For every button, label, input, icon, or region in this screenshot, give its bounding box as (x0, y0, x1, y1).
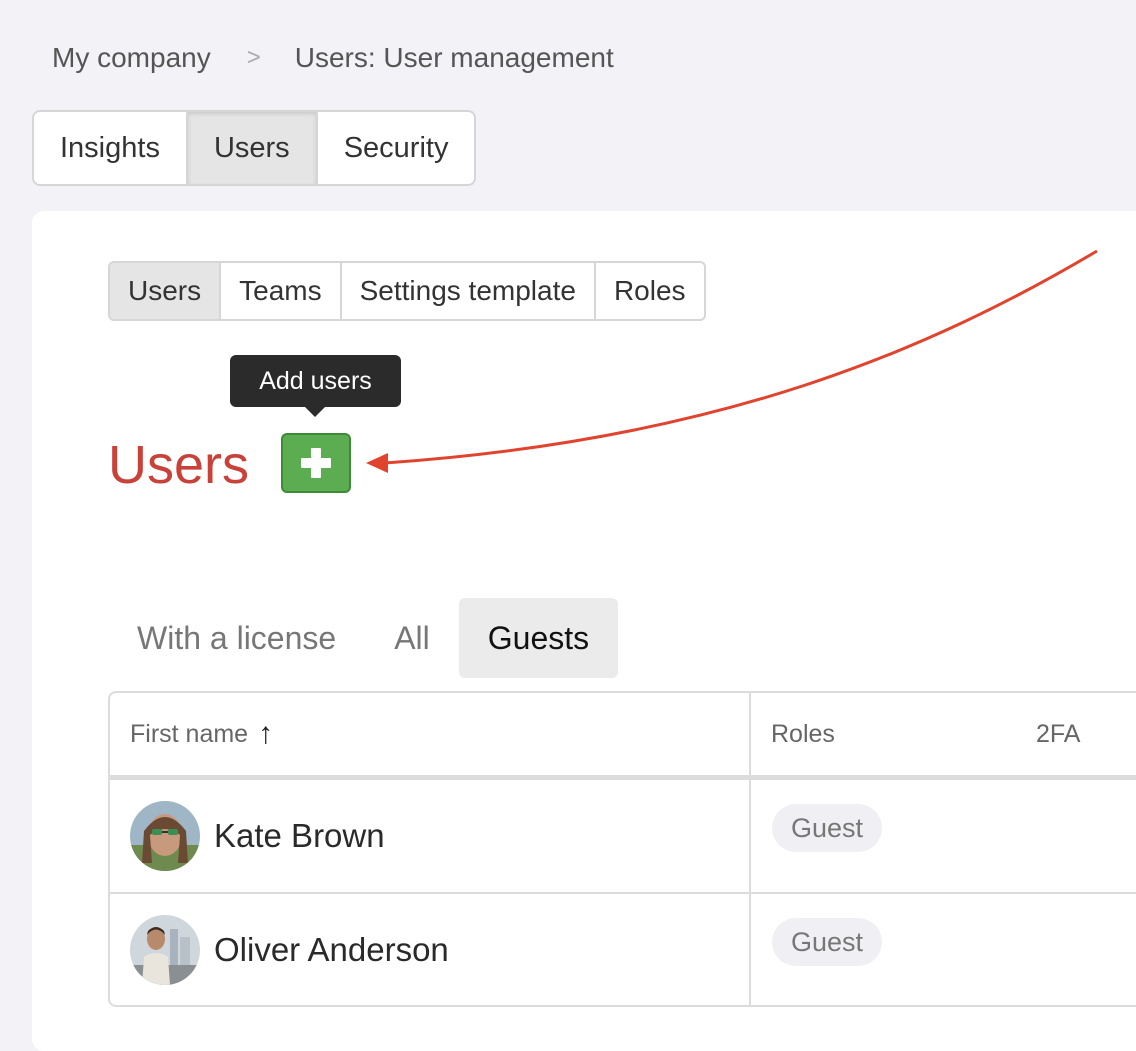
user-name[interactable]: Oliver Anderson (214, 894, 449, 1006)
page-title: Users (108, 435, 250, 495)
users-table: First name ↑ Roles 2FA Kate Brown Guest … (108, 691, 1136, 1007)
main-panel: Users Teams Settings template Roles Add … (32, 211, 1136, 1051)
add-users-tooltip: Add users (230, 355, 401, 417)
plus-icon (301, 448, 331, 478)
tab-insights[interactable]: Insights (34, 112, 188, 184)
avatar (130, 915, 200, 985)
subtab-teams[interactable]: Teams (221, 263, 342, 319)
column-first-name[interactable]: First name ↑ (130, 693, 273, 775)
filter-guests[interactable]: Guests (458, 598, 619, 678)
filter-all[interactable]: All (365, 598, 459, 678)
subtab-roles[interactable]: Roles (596, 263, 704, 319)
tab-security[interactable]: Security (318, 112, 475, 184)
column-roles[interactable]: Roles (771, 693, 835, 775)
breadcrumb: My company > Users: User management (52, 38, 614, 78)
filter-with-license[interactable]: With a license (108, 598, 365, 678)
filter-tabs: With a license All Guests (108, 598, 619, 678)
breadcrumb-separator-icon: > (246, 44, 261, 71)
table-row[interactable]: Oliver Anderson Guest (110, 892, 1136, 1004)
subtab-settings-template[interactable]: Settings template (342, 263, 596, 319)
table-row[interactable]: Kate Brown Guest (110, 780, 1136, 890)
breadcrumb-current: Users: User management (294, 42, 614, 73)
sub-tabs: Users Teams Settings template Roles (108, 261, 706, 321)
top-tabs: Insights Users Security (32, 110, 477, 186)
role-badge: Guest (772, 804, 883, 852)
role-badge: Guest (772, 918, 883, 966)
add-users-button[interactable] (281, 433, 351, 493)
user-name[interactable]: Kate Brown (214, 780, 385, 892)
subtab-users[interactable]: Users (110, 263, 222, 319)
avatar (130, 801, 200, 871)
table-header: First name ↑ Roles 2FA (110, 693, 1136, 780)
breadcrumb-root[interactable]: My company (52, 42, 211, 74)
sort-ascending-icon: ↑ (258, 717, 274, 750)
column-first-name-label: First name (130, 719, 249, 748)
column-2fa[interactable]: 2FA (1036, 693, 1080, 775)
tab-users[interactable]: Users (187, 112, 318, 184)
